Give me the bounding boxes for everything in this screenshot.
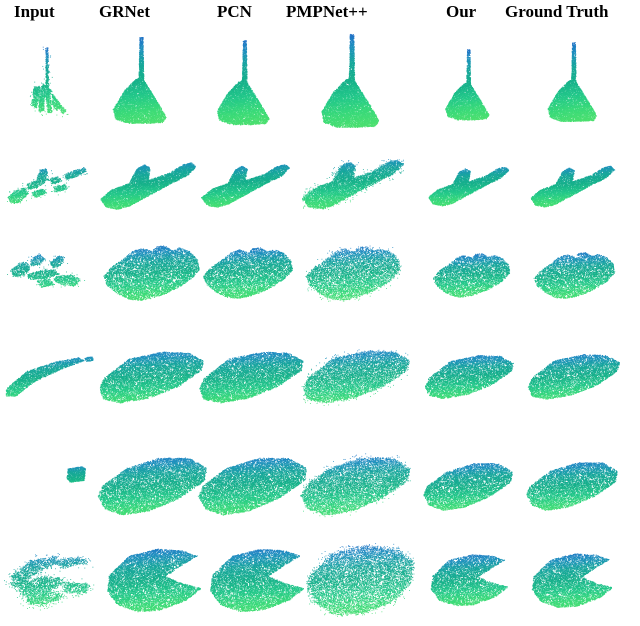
point-cloud-lsofa (530, 551, 616, 609)
column-header-input: Input (14, 2, 55, 22)
row-sofa-l (0, 538, 640, 626)
point-cloud-bed (526, 459, 617, 512)
cloud-cell-bed-ground-truth (0, 430, 640, 538)
row-sofa-a (0, 325, 640, 430)
column-header-row: Input GRNet PCN PMPNet++ Our Ground Truth (0, 0, 640, 26)
cloud-cell-sofa-ground-truth (0, 325, 640, 430)
point-cloud-lamp (544, 42, 601, 121)
qualitative-comparison-figure: Input GRNet PCN PMPNet++ Our Ground Truth (0, 0, 640, 626)
point-cloud-jet (532, 251, 615, 299)
cloud-cell-airplane-ground-truth (0, 231, 640, 325)
row-lamp (0, 26, 640, 139)
cloud-cell-lamp-ground-truth (0, 26, 640, 139)
point-cloud-plane (530, 161, 614, 207)
row-airplane-b (0, 231, 640, 325)
column-header-ground-truth: Ground Truth (505, 2, 608, 22)
column-header-grnet: GRNet (99, 2, 150, 22)
point-cloud-grid (0, 26, 640, 626)
point-cloud-sofa (526, 351, 619, 402)
column-header-pmpnetpp: PMPNet++ (286, 2, 368, 22)
row-bed (0, 430, 640, 538)
row-airplane-a (0, 139, 640, 231)
column-header-pcn: PCN (217, 2, 252, 22)
cloud-cell-l-shaped-sofa-ground-truth (0, 538, 640, 626)
column-header-our: Our (446, 2, 476, 22)
cloud-cell-airplane-ground-truth (0, 139, 640, 231)
